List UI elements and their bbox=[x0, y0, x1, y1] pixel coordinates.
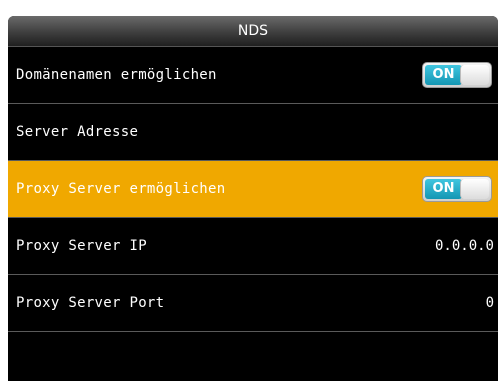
setting-value: 0.0.0.0 bbox=[434, 238, 494, 254]
setting-value: 0 bbox=[485, 295, 494, 311]
toggle-on-label: ON bbox=[425, 179, 462, 199]
setting-row-proxy-enable[interactable]: Proxy Server ermöglichen ON bbox=[8, 161, 498, 218]
proxy-enable-toggle[interactable]: ON bbox=[422, 176, 492, 202]
setting-label: Proxy Server IP bbox=[16, 238, 147, 254]
nds-settings-screen: NDS Domänenamen ermöglichen ON Server Ad… bbox=[8, 16, 498, 381]
domain-names-toggle[interactable]: ON bbox=[422, 62, 492, 88]
toggle-knob bbox=[460, 179, 489, 199]
setting-row-proxy-ip[interactable]: Proxy Server IP 0.0.0.0 bbox=[8, 218, 498, 275]
setting-label: Proxy Server Port bbox=[16, 295, 165, 311]
setting-label: Server Adresse bbox=[16, 124, 139, 140]
setting-label: Domänenamen ermöglichen bbox=[16, 67, 217, 83]
setting-row-domain-names[interactable]: Domänenamen ermöglichen ON bbox=[8, 47, 498, 104]
setting-row-proxy-port[interactable]: Proxy Server Port 0 bbox=[8, 275, 498, 332]
toggle-on-label: ON bbox=[425, 65, 462, 85]
toggle-knob bbox=[460, 65, 489, 85]
setting-row-server-address[interactable]: Server Adresse bbox=[8, 104, 498, 161]
page-title: NDS bbox=[8, 16, 498, 47]
setting-label: Proxy Server ermöglichen bbox=[16, 181, 226, 197]
